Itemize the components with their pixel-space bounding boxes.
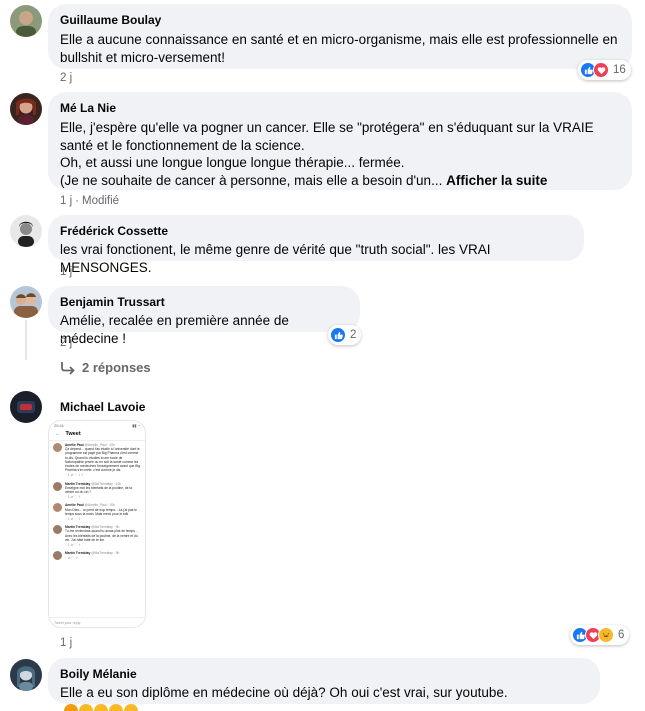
comment-bubble-1: Guillaume Boulay Elle a aucune connaissa… xyxy=(48,4,632,69)
reaction-summary[interactable]: 6 xyxy=(570,625,630,645)
emoji-group xyxy=(64,703,138,711)
haha-icon xyxy=(598,627,614,643)
avatar-frederick-cossette[interactable] xyxy=(10,215,42,247)
love-icon xyxy=(593,62,609,78)
tweet-header: ← Tweet xyxy=(49,430,145,441)
comment-author[interactable]: Benjamin Trussart xyxy=(60,294,348,310)
comment-bubble-3: Frédérick Cossette les vrai fonctionent,… xyxy=(48,215,584,275)
tweet-item: Martin Tremblay @MaTremblay · 10h Enseign… xyxy=(53,481,141,500)
comment-text-line: Oh, et aussi une longue longue longue th… xyxy=(60,155,405,170)
comment-text-line: Elle, j'espère qu'elle va pogner un canc… xyxy=(60,120,594,153)
comment-author[interactable]: Frédérick Cossette xyxy=(60,223,572,239)
comment-meta: 1 j · Modifié xyxy=(60,195,120,207)
tweet-item: Amélie Paul @Amelie_Paul · 10h Ça dépend.… xyxy=(53,443,141,478)
tweet-reply-field: Tweet your reply xyxy=(49,617,145,627)
comment-time[interactable]: 2 j xyxy=(60,72,72,84)
comment-bubble-4: Benjamin Trussart Amélie, recalée en pre… xyxy=(48,286,360,346)
edited-label[interactable]: Modifié xyxy=(82,195,119,207)
avatar-michael-lavoie[interactable] xyxy=(10,391,42,423)
tweet-item: Martin Tremblay @MaTremblay · 9h ◌ ⇄ ♡ ⇪ xyxy=(53,551,141,560)
phone-status-bar: 20:41 ▮▮ ◔ xyxy=(54,423,140,428)
comment-author[interactable]: Michael Lavoie xyxy=(60,399,145,415)
comment-author[interactable]: Mé La Nie xyxy=(60,100,620,116)
comment-bubble-6: Boily Mélanie Elle a eu son diplôme en m… xyxy=(48,658,600,711)
tweet-list: Amélie Paul @Amelie_Paul · 10h Ça dépend.… xyxy=(49,441,145,563)
comment-meta: 2 j xyxy=(60,337,72,349)
comment-text-line: (Je ne souhaite de cancer à personne, ma… xyxy=(60,172,548,188)
tweet-item: Amélie Paul @Amelie_Paul · 10h Mon Dieu..… xyxy=(53,503,141,521)
reaction-summary[interactable]: 16 xyxy=(578,60,631,80)
reaction-summary[interactable]: 2 xyxy=(328,325,362,345)
reply-arrow-icon xyxy=(61,361,75,375)
rofl-face-icon xyxy=(79,703,93,711)
view-replies-link[interactable]: 2 réponses xyxy=(60,360,151,375)
comment-image-attachment[interactable]: 20:41 ▮▮ ◔ ← Tweet Amélie Paul @Amelie_Pau… xyxy=(49,421,145,627)
reaction-count: 16 xyxy=(613,64,626,76)
comment-author[interactable]: Guillaume Boulay xyxy=(60,12,620,28)
avatar-boily-melanie[interactable] xyxy=(10,659,42,691)
comment-meta: 1 j xyxy=(60,637,72,649)
comment-bubble-2: Mé La Nie Elle, j'espère qu'elle va pogn… xyxy=(48,92,632,190)
rofl-face-icon xyxy=(124,703,138,711)
comment-text: Elle a eu son diplôme en médecine où déj… xyxy=(60,684,588,711)
avatar-guillaume-boulay[interactable] xyxy=(10,5,42,37)
see-more-link[interactable]: Afficher la suite xyxy=(446,173,547,188)
rofl-face-icon xyxy=(109,703,123,711)
comment-text: les vrai fonctionent, le même genre de v… xyxy=(60,242,491,275)
avatar-benjamin-trussart[interactable] xyxy=(10,286,42,318)
thread-connector xyxy=(25,320,27,360)
comment-meta: 2 j xyxy=(60,72,72,84)
comment-author[interactable]: Boily Mélanie xyxy=(60,666,588,682)
comment-time[interactable]: 2 j xyxy=(60,337,72,349)
comment-time[interactable]: 1 j xyxy=(60,637,72,649)
comment-text: Elle a aucune connaissance en santé et e… xyxy=(60,32,618,65)
comment-text: Amélie, recalée en première année de méd… xyxy=(60,313,289,346)
tweet-item: Martin Tremblay @MaTremblay · 9h Tu me re… xyxy=(53,525,141,547)
grimace-face-icon xyxy=(64,703,78,711)
like-icon xyxy=(330,327,346,343)
comment-meta: 1 j xyxy=(60,266,72,278)
reaction-count: 2 xyxy=(350,329,357,341)
back-arrow-icon: ← xyxy=(55,431,61,437)
comment-time[interactable]: 1 j xyxy=(60,195,72,207)
avatar-me-la-nie[interactable] xyxy=(10,93,42,125)
comment-time[interactable]: 1 j xyxy=(60,266,72,278)
reaction-count: 6 xyxy=(618,629,625,641)
rofl-face-icon xyxy=(94,703,108,711)
replies-label: 2 réponses xyxy=(82,360,151,375)
